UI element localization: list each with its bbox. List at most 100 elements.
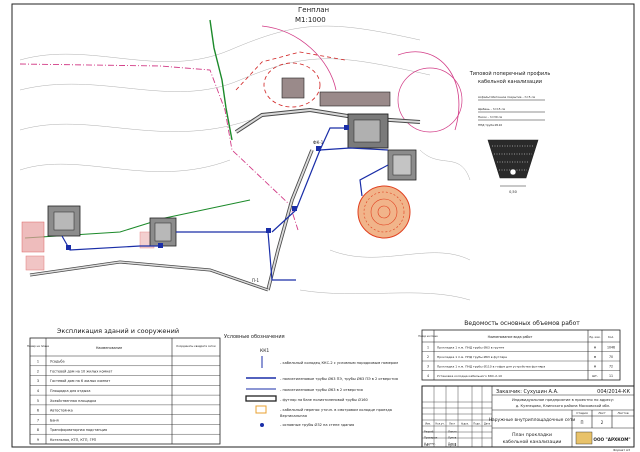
customer-label: Заказчик: Сухушин А.А. — [496, 389, 559, 395]
profile-label-1: Асфальтобетонное покрытие – h=5 см — [478, 95, 535, 99]
title-block: Изм. Кол.уч. Лист №док. Подп. Дата Разраб. Лап… — [421, 385, 635, 452]
cable-route — [61, 127, 389, 281]
explication-header-name: Наименование — [96, 346, 122, 350]
volumes-header-qty: Кол. — [608, 335, 614, 339]
legend-well-code: КК1 — [260, 348, 269, 354]
title-block-person-role: Проверил — [424, 436, 438, 440]
volumes-header-unit: Ед. изм. — [590, 335, 601, 339]
sheet-title-2: кабельной канализации — [503, 438, 562, 445]
road-west — [29, 260, 269, 292]
explication-row-name: Площадка для отдыха — [50, 389, 90, 393]
volumes-row-name: Прокладка 1 п.м. ПНД трубы Ø63 в футляре — [437, 354, 507, 359]
volumes-row-num: 3 — [427, 364, 429, 368]
explication-row-num: 8 — [37, 428, 39, 432]
explication-row-num: 2 — [37, 369, 39, 373]
road-west-inner — [29, 261, 269, 291]
volumes-header-name: Наименование вида работ — [488, 335, 533, 339]
explication-row-name: Трансформаторная подстанция — [49, 428, 107, 432]
sheet-value: 2 — [601, 420, 604, 425]
plan-title: Генплан — [298, 6, 329, 14]
title-block-person-role: ГИП — [424, 443, 430, 447]
building-boiler[interactable] — [387, 149, 417, 181]
explication-row-name: Гостевой дом на 10 жилых комнат — [50, 369, 112, 373]
explication-row-num: 6 — [37, 409, 39, 413]
explication-row-num: 3 — [37, 379, 39, 383]
title-block-role-header: Лист — [449, 423, 456, 426]
explication-row-name: Гостевой дом на 6 жилых комнат — [50, 379, 110, 383]
volumes-header-num: Номер на плане — [418, 335, 438, 338]
explication-header-coords: Координаты квадрата сетки — [176, 344, 216, 348]
volumes-row-num: 2 — [427, 355, 429, 359]
legend-symbol-5 — [255, 405, 267, 414]
explication-row-name: Котельная, КТП, КТП, ГРП — [50, 438, 97, 442]
drawing-sheet: Генплан М1:1000 ФК-1 П-1 Типовой попереч… — [0, 0, 640, 452]
round-plaza[interactable] — [357, 185, 411, 239]
drawing-canvas: Генплан М1:1000 ФК-1 П-1 Типовой попереч… — [11, 3, 635, 452]
explication-row-num: 4 — [37, 389, 39, 393]
building-central-guesthouse[interactable] — [149, 217, 177, 247]
legend-symbol-4 — [245, 395, 277, 402]
legend-item-5: - кабельный перенос уточн. в смотровом к… — [280, 408, 392, 412]
legend-symbol-6 — [260, 423, 264, 427]
volumes-row-name: Прокладка 1 п.м. ПНД трубы Ø63 в грунте — [437, 344, 504, 349]
legend: Условные обозначения КК1 - кабельный кол… — [224, 334, 398, 427]
volumes-row-qty: 70 — [609, 355, 613, 359]
profile-label-2: Щебень – h=15 см — [478, 107, 505, 111]
boundary-arc-right — [397, 51, 460, 131]
volumes-table: Ведомость основных объемов работ Номер н… — [418, 320, 621, 381]
volumes-row-qty: 1046 — [607, 345, 615, 349]
building-manor[interactable] — [319, 91, 391, 149]
project-code: 004/2014-КК — [597, 389, 630, 395]
paper-format: Формат А3 — [613, 448, 630, 452]
legend-item-3: - полиэтиленовые трубы Ø63 в 2 отверстия — [280, 387, 363, 392]
legend-item-4: - футляр на базе полиэтиленовой трубы Ø1… — [280, 397, 369, 402]
explication-row-num: 1 — [37, 360, 39, 364]
sheet-header: Лист — [598, 411, 606, 415]
explication-table: Экспликация зданий и сооружений Номер на… — [27, 327, 221, 445]
stage-value: П — [580, 420, 583, 425]
explication-row-num: 9 — [37, 438, 39, 442]
explication-title: Экспликация зданий и сооружений — [57, 327, 179, 335]
profile-subtitle: кабельной канализации — [478, 78, 542, 85]
volumes-row-unit: шт. — [592, 374, 598, 378]
building-west-guesthouse[interactable] — [47, 205, 81, 237]
legend-item-6: - основные трубы Ø32 на стене здания — [280, 422, 354, 427]
title-block-role-header: Кол.уч. — [435, 423, 444, 426]
profile-label-3: Песок – h=30 см — [478, 115, 502, 119]
title-block-role-header: Изм. — [425, 423, 431, 426]
volumes-row-name: Прокладка 1 п.м. ПНД трубы Ø110 в гофре … — [437, 363, 545, 368]
cable-wells — [66, 125, 349, 250]
legend-sub-item: Вертикальная — [280, 414, 307, 418]
title-block-person-role: Разраб. — [424, 430, 434, 434]
volumes-row-name: Установка колодца кабельного ККС-2-10 — [437, 374, 502, 378]
road-label: ФК-1 — [313, 140, 324, 145]
profile-title: Типовой поперечный профиль — [469, 70, 551, 77]
company-name: ООО "АРХКОМ" — [593, 437, 630, 442]
legend-item-2: - полиэтиленовые трубы Ø63 ПЭ, трубы Ø63… — [280, 376, 398, 381]
volumes-row-qty: 11 — [609, 374, 613, 378]
general-plan: Генплан М1:1000 ФК-1 П-1 — [19, 6, 471, 301]
profile-label-4: ПНД труба Ø110 — [478, 122, 502, 127]
sheets-header: Листов — [617, 411, 628, 415]
title-block-person-name: Лупов — [448, 436, 457, 440]
project-line-1: Индивидуальное предприятие в проектно по… — [512, 398, 614, 402]
explication-row-name: Баня — [50, 418, 59, 422]
section-name: Наружные внутриплощадочные сети — [489, 417, 576, 423]
volumes-row-qty: 72 — [609, 364, 613, 368]
volumes-title: Ведомость основных объемов работ — [464, 320, 580, 327]
plan-scale: М1:1000 — [295, 16, 326, 24]
pipe-label: П-1 — [252, 278, 259, 283]
title-block-role-header: №док. — [461, 423, 469, 426]
stage-header: Стадия — [576, 411, 588, 415]
volumes-row-num: 4 — [427, 374, 429, 378]
project-line-2: д. Кузнецово, Клинского района Московско… — [516, 404, 610, 408]
building-north[interactable] — [281, 77, 305, 99]
explication-row-name: Автостоянка — [50, 409, 73, 413]
company-logo-icon — [575, 431, 593, 445]
explication-row-num: 7 — [37, 418, 39, 422]
explication-row-name: Хозяйственная площадка — [50, 399, 96, 403]
property-boundary — [19, 63, 299, 231]
title-block-person-name: Лапин — [448, 430, 457, 434]
explication-header-num: Номер на плане — [27, 344, 49, 348]
volumes-row-num: 1 — [427, 345, 429, 349]
